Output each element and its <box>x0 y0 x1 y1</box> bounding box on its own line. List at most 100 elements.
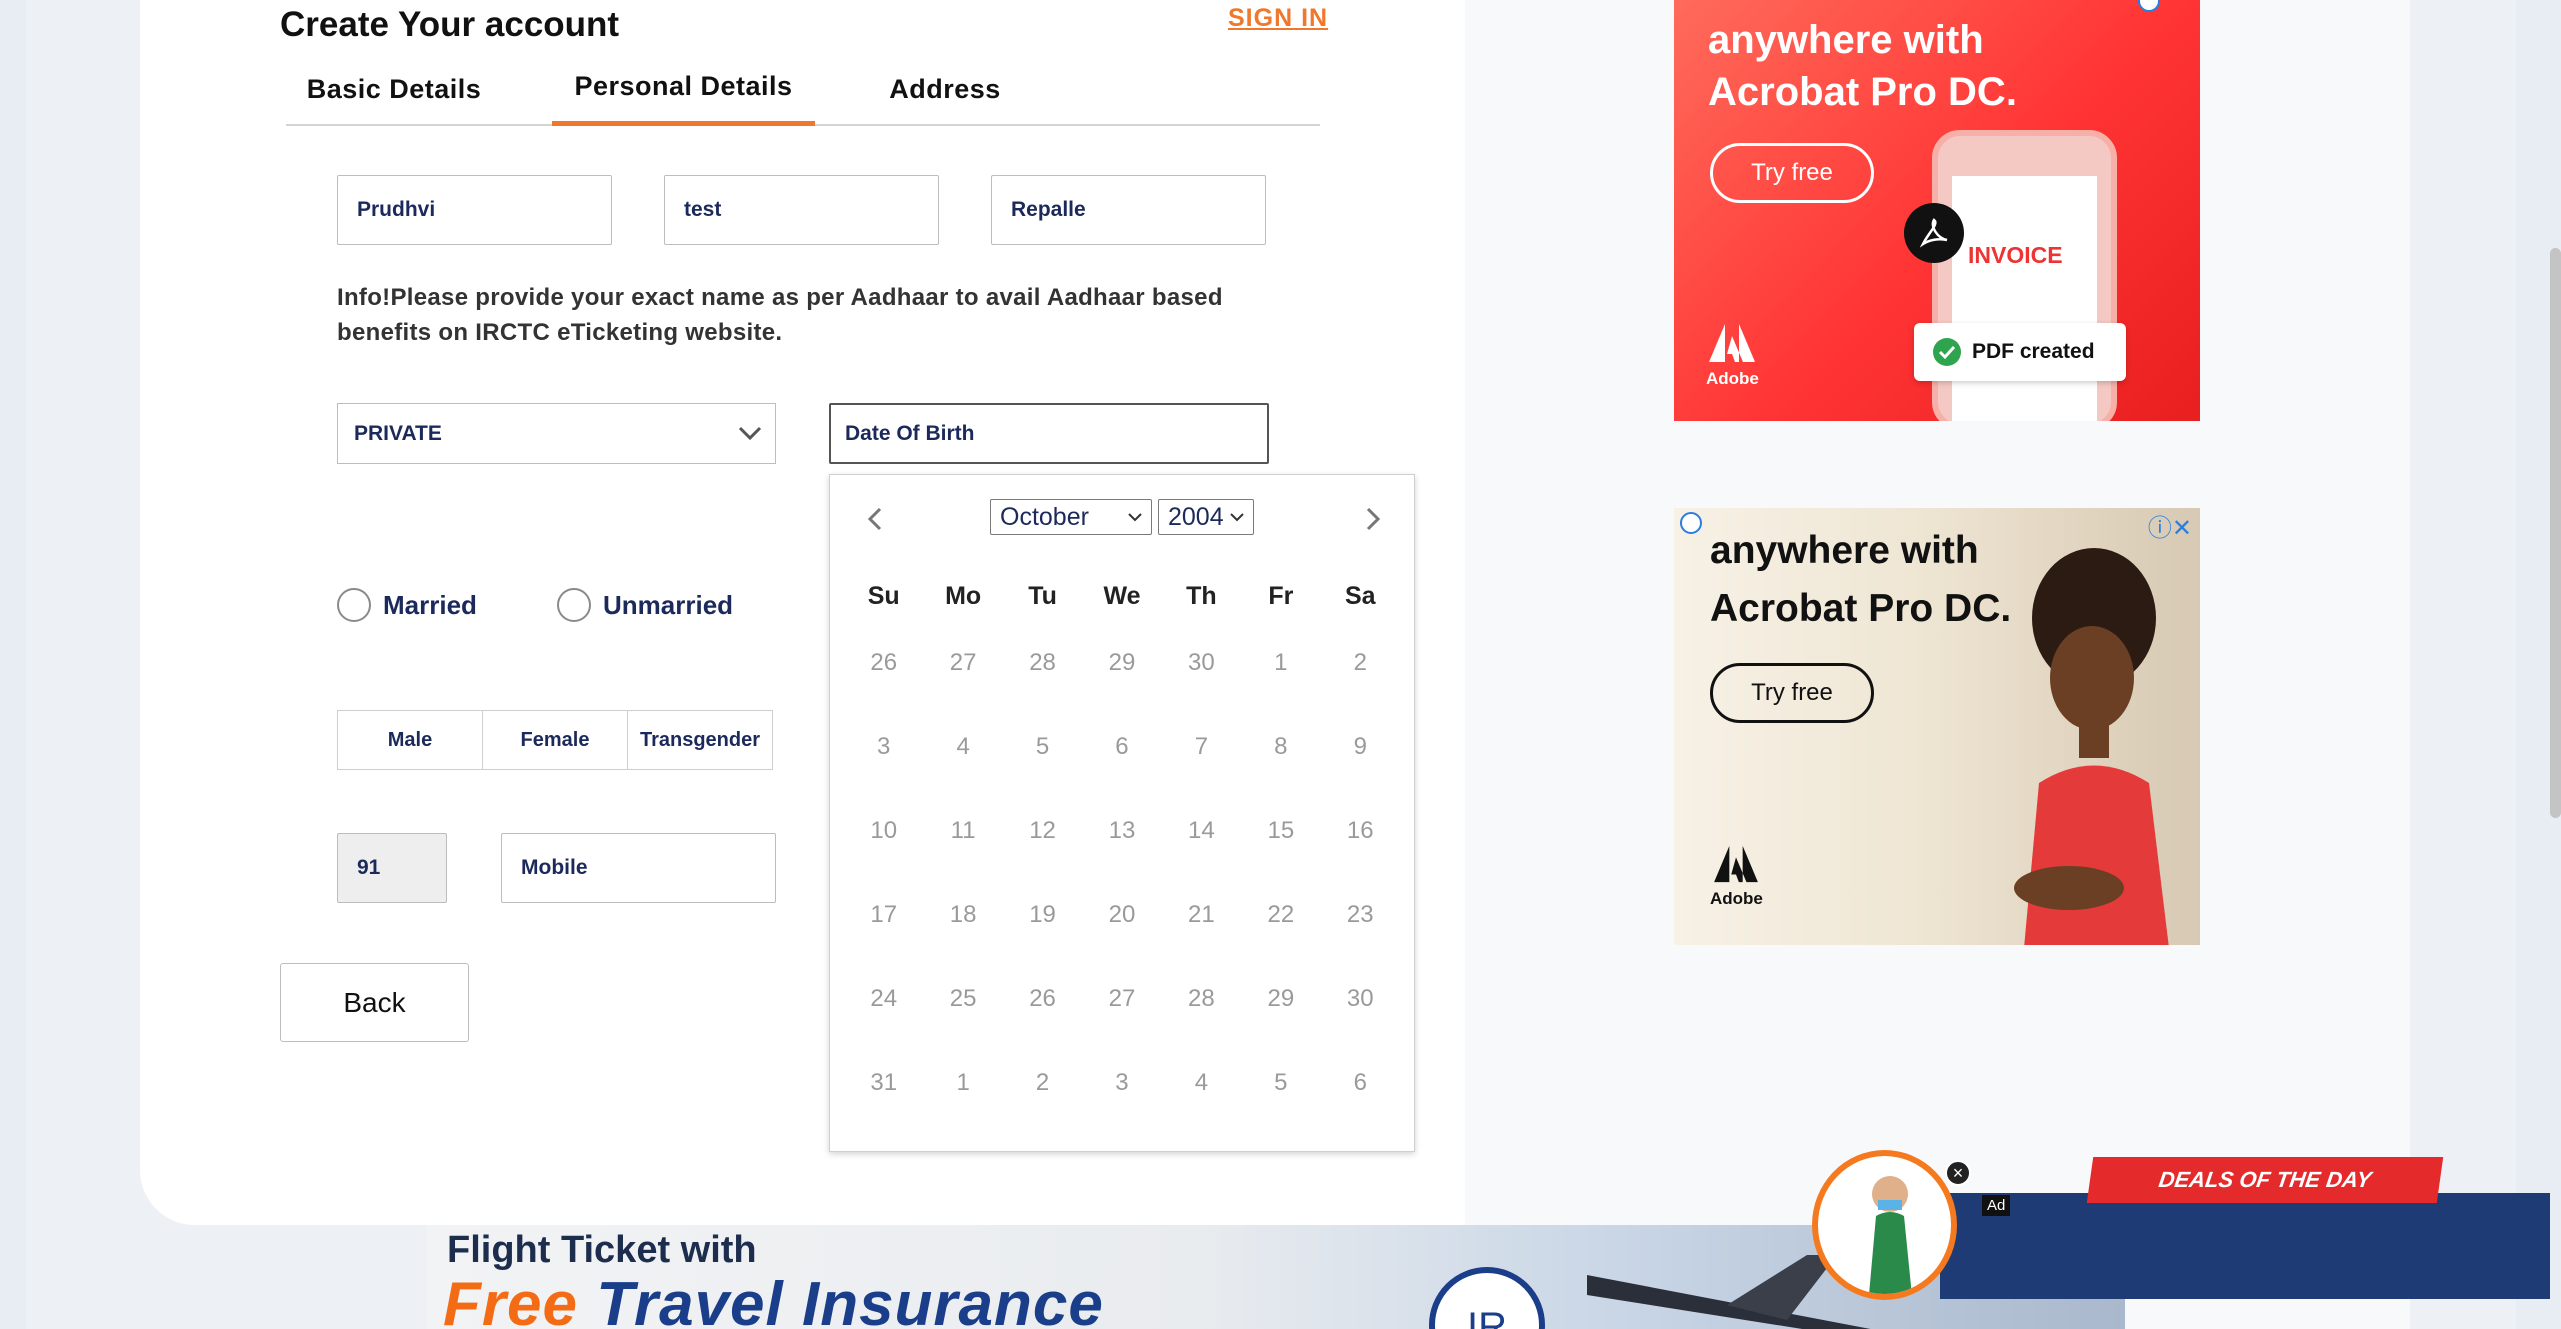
calendar-day[interactable]: 12 <box>1003 817 1082 845</box>
ad-try-free-button[interactable]: Try free <box>1710 663 1874 723</box>
prev-month-icon[interactable] <box>856 499 896 539</box>
calendar-day[interactable]: 14 <box>1162 817 1241 845</box>
unmarried-label: Unmarried <box>603 589 734 620</box>
calendar-day[interactable]: 5 <box>1241 1069 1320 1097</box>
calendar-day[interactable]: 30 <box>1321 985 1400 1013</box>
gender-transgender-button[interactable]: Transgender <box>628 711 772 769</box>
close-ad-icon[interactable]: ⓘ✕ <box>2148 508 2192 543</box>
mascot-avatar[interactable] <box>1812 1150 1957 1300</box>
weekday-label: Mo <box>945 581 982 610</box>
month-value: October <box>1000 502 1089 531</box>
weekday-label: We <box>1103 581 1141 610</box>
sign-in-link[interactable]: SIGN IN <box>1228 4 1328 33</box>
scrollbar-thumb[interactable] <box>2550 248 2561 818</box>
tab-address[interactable]: Address <box>885 60 1005 126</box>
calendar-week: 3 4 5 6 7 8 9 <box>844 705 1400 789</box>
calendar-day[interactable]: 2 <box>1321 649 1400 677</box>
weekday-label: Tu <box>1028 581 1057 610</box>
next-month-icon[interactable] <box>1352 499 1392 539</box>
adchoices-icon[interactable] <box>2138 0 2160 12</box>
adobe-logo: Adobe <box>1706 322 1759 389</box>
calendar-day[interactable]: 23 <box>1321 901 1400 929</box>
month-select[interactable]: October <box>990 499 1152 535</box>
calendar-day[interactable]: 3 <box>1082 1069 1161 1097</box>
calendar-day[interactable]: 20 <box>1082 901 1161 929</box>
calendar-day[interactable]: 1 <box>923 1069 1002 1097</box>
calendar-day[interactable]: 31 <box>844 1069 923 1097</box>
calendar-day[interactable]: 2 <box>1003 1069 1082 1097</box>
married-option[interactable]: Married <box>337 588 477 622</box>
gender-female-button[interactable]: Female <box>483 711 628 769</box>
calendar-day[interactable]: 17 <box>844 901 923 929</box>
adobe-label: Adobe <box>1706 369 1759 388</box>
calendar-day[interactable]: 21 <box>1162 901 1241 929</box>
date-picker: October 2004 Su Mo Tu We Th Fr Sa 26 27 … <box>829 474 1415 1152</box>
calendar-week: 17 18 19 20 21 22 23 <box>844 873 1400 957</box>
last-name-field[interactable]: Repalle <box>991 175 1266 245</box>
calendar-day[interactable]: 13 <box>1082 817 1161 845</box>
tab-personal-details[interactable]: Personal Details <box>552 60 815 126</box>
calendar-day[interactable]: 27 <box>923 649 1002 677</box>
adchoices-icon[interactable] <box>1680 512 1702 534</box>
calendar-day[interactable]: 5 <box>1003 733 1082 761</box>
deals-of-the-day-banner[interactable]: DEALS OF THE DAY <box>2086 1157 2444 1203</box>
calendar-day[interactable]: 29 <box>1241 985 1320 1013</box>
dob-field[interactable]: Date Of Birth <box>829 403 1269 464</box>
calendar-day[interactable]: 26 <box>844 649 923 677</box>
page-title: Create Your account <box>280 5 620 44</box>
calendar-day[interactable]: 3 <box>844 733 923 761</box>
calendar-day[interactable]: 9 <box>1321 733 1400 761</box>
adobe-logo-icon <box>1709 324 1756 362</box>
year-select[interactable]: 2004 <box>1158 499 1254 535</box>
calendar-day[interactable]: 1 <box>1241 649 1320 677</box>
deals-bar[interactable] <box>1940 1193 2550 1299</box>
calendar-day[interactable]: 6 <box>1082 733 1161 761</box>
calendar-day[interactable]: 24 <box>844 985 923 1013</box>
pdf-created-badge: PDF created <box>1914 323 2126 381</box>
banner-line2: Free Travel Insurance <box>443 1269 1104 1329</box>
first-name-field[interactable]: Prudhvi <box>337 175 612 245</box>
calendar-day[interactable]: 11 <box>923 817 1002 845</box>
middle-name-field[interactable]: test <box>664 175 939 245</box>
calendar-day[interactable]: 15 <box>1241 817 1320 845</box>
calendar-day[interactable]: 26 <box>1003 985 1082 1013</box>
calendar-day[interactable]: 22 <box>1241 901 1320 929</box>
calendar-day[interactable]: 30 <box>1162 649 1241 677</box>
calendar-day[interactable]: 7 <box>1162 733 1241 761</box>
back-button[interactable]: Back <box>280 963 469 1042</box>
calendar-week: 31 1 2 3 4 5 6 <box>844 1041 1400 1125</box>
mobile-field[interactable]: Mobile <box>501 833 776 903</box>
gender-male-button[interactable]: Male <box>338 711 483 769</box>
close-icon[interactable]: × <box>1945 1160 1971 1186</box>
unmarried-option[interactable]: Unmarried <box>557 588 733 622</box>
acrobat-ad-bottom[interactable]: ⓘ✕ anywhere with Acrobat Pro DC. Try fre… <box>1674 508 2200 945</box>
calendar-week: 10 11 12 13 14 15 16 <box>844 789 1400 873</box>
phone-screen <box>1952 176 2097 421</box>
ad-headline-line2: Acrobat Pro DC. <box>1708 70 2017 114</box>
calendar-day[interactable]: 25 <box>923 985 1002 1013</box>
calendar-day[interactable]: 6 <box>1321 1069 1400 1097</box>
unmarried-radio[interactable] <box>557 588 591 622</box>
acrobat-ad-top[interactable]: anywhere with Acrobat Pro DC. Try free I… <box>1674 0 2200 421</box>
calendar-day[interactable]: 27 <box>1082 985 1161 1013</box>
calendar-day[interactable]: 28 <box>1162 985 1241 1013</box>
acrobat-logo-icon <box>1904 203 1964 263</box>
tab-basic-details[interactable]: Basic Details <box>304 60 484 126</box>
calendar-day[interactable]: 4 <box>923 733 1002 761</box>
calendar-day[interactable]: 4 <box>1162 1069 1241 1097</box>
calendar-day[interactable]: 19 <box>1003 901 1082 929</box>
ad-tag: Ad <box>1982 1195 2011 1216</box>
calendar-day[interactable]: 29 <box>1082 649 1161 677</box>
gender-selector: Male Female Transgender <box>337 710 773 770</box>
calendar-day[interactable]: 16 <box>1321 817 1400 845</box>
married-radio[interactable] <box>337 588 371 622</box>
calendar-day[interactable]: 10 <box>844 817 923 845</box>
calendar-day[interactable]: 8 <box>1241 733 1320 761</box>
chevron-down-icon <box>1128 513 1142 522</box>
banner-line1: Flight Ticket with <box>447 1229 757 1271</box>
occupation-select[interactable]: PRIVATE <box>337 403 776 464</box>
banner-insurance: Travel Insurance <box>596 1270 1104 1329</box>
ad-try-free-button[interactable]: Try free <box>1710 143 1874 203</box>
calendar-day[interactable]: 18 <box>923 901 1002 929</box>
calendar-day[interactable]: 28 <box>1003 649 1082 677</box>
